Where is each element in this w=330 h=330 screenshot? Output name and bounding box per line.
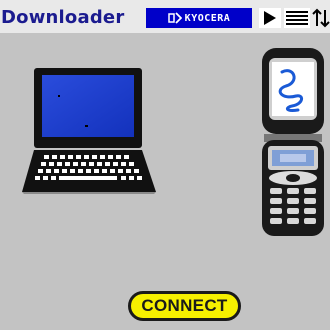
brand-name: KYOCERA bbox=[184, 12, 231, 24]
connect-label: CONNECT bbox=[141, 296, 228, 315]
connect-button[interactable]: CONNECT bbox=[128, 291, 241, 321]
app-screen: Downloader KYOCERA CONNECT bbox=[0, 0, 330, 330]
phone-icon bbox=[262, 48, 324, 236]
title-bar: Downloader KYOCERA bbox=[0, 0, 330, 33]
sort-arrows-icon bbox=[312, 8, 330, 28]
play-button[interactable] bbox=[259, 8, 281, 28]
menu-icon bbox=[286, 11, 308, 25]
play-icon bbox=[264, 11, 276, 25]
app-title: Downloader bbox=[1, 7, 125, 28]
menu-button[interactable] bbox=[284, 8, 310, 28]
kyocera-logo-icon bbox=[167, 12, 182, 24]
brand-badge: KYOCERA bbox=[146, 8, 252, 28]
laptop-icon bbox=[22, 68, 156, 194]
sort-button[interactable] bbox=[312, 6, 330, 30]
